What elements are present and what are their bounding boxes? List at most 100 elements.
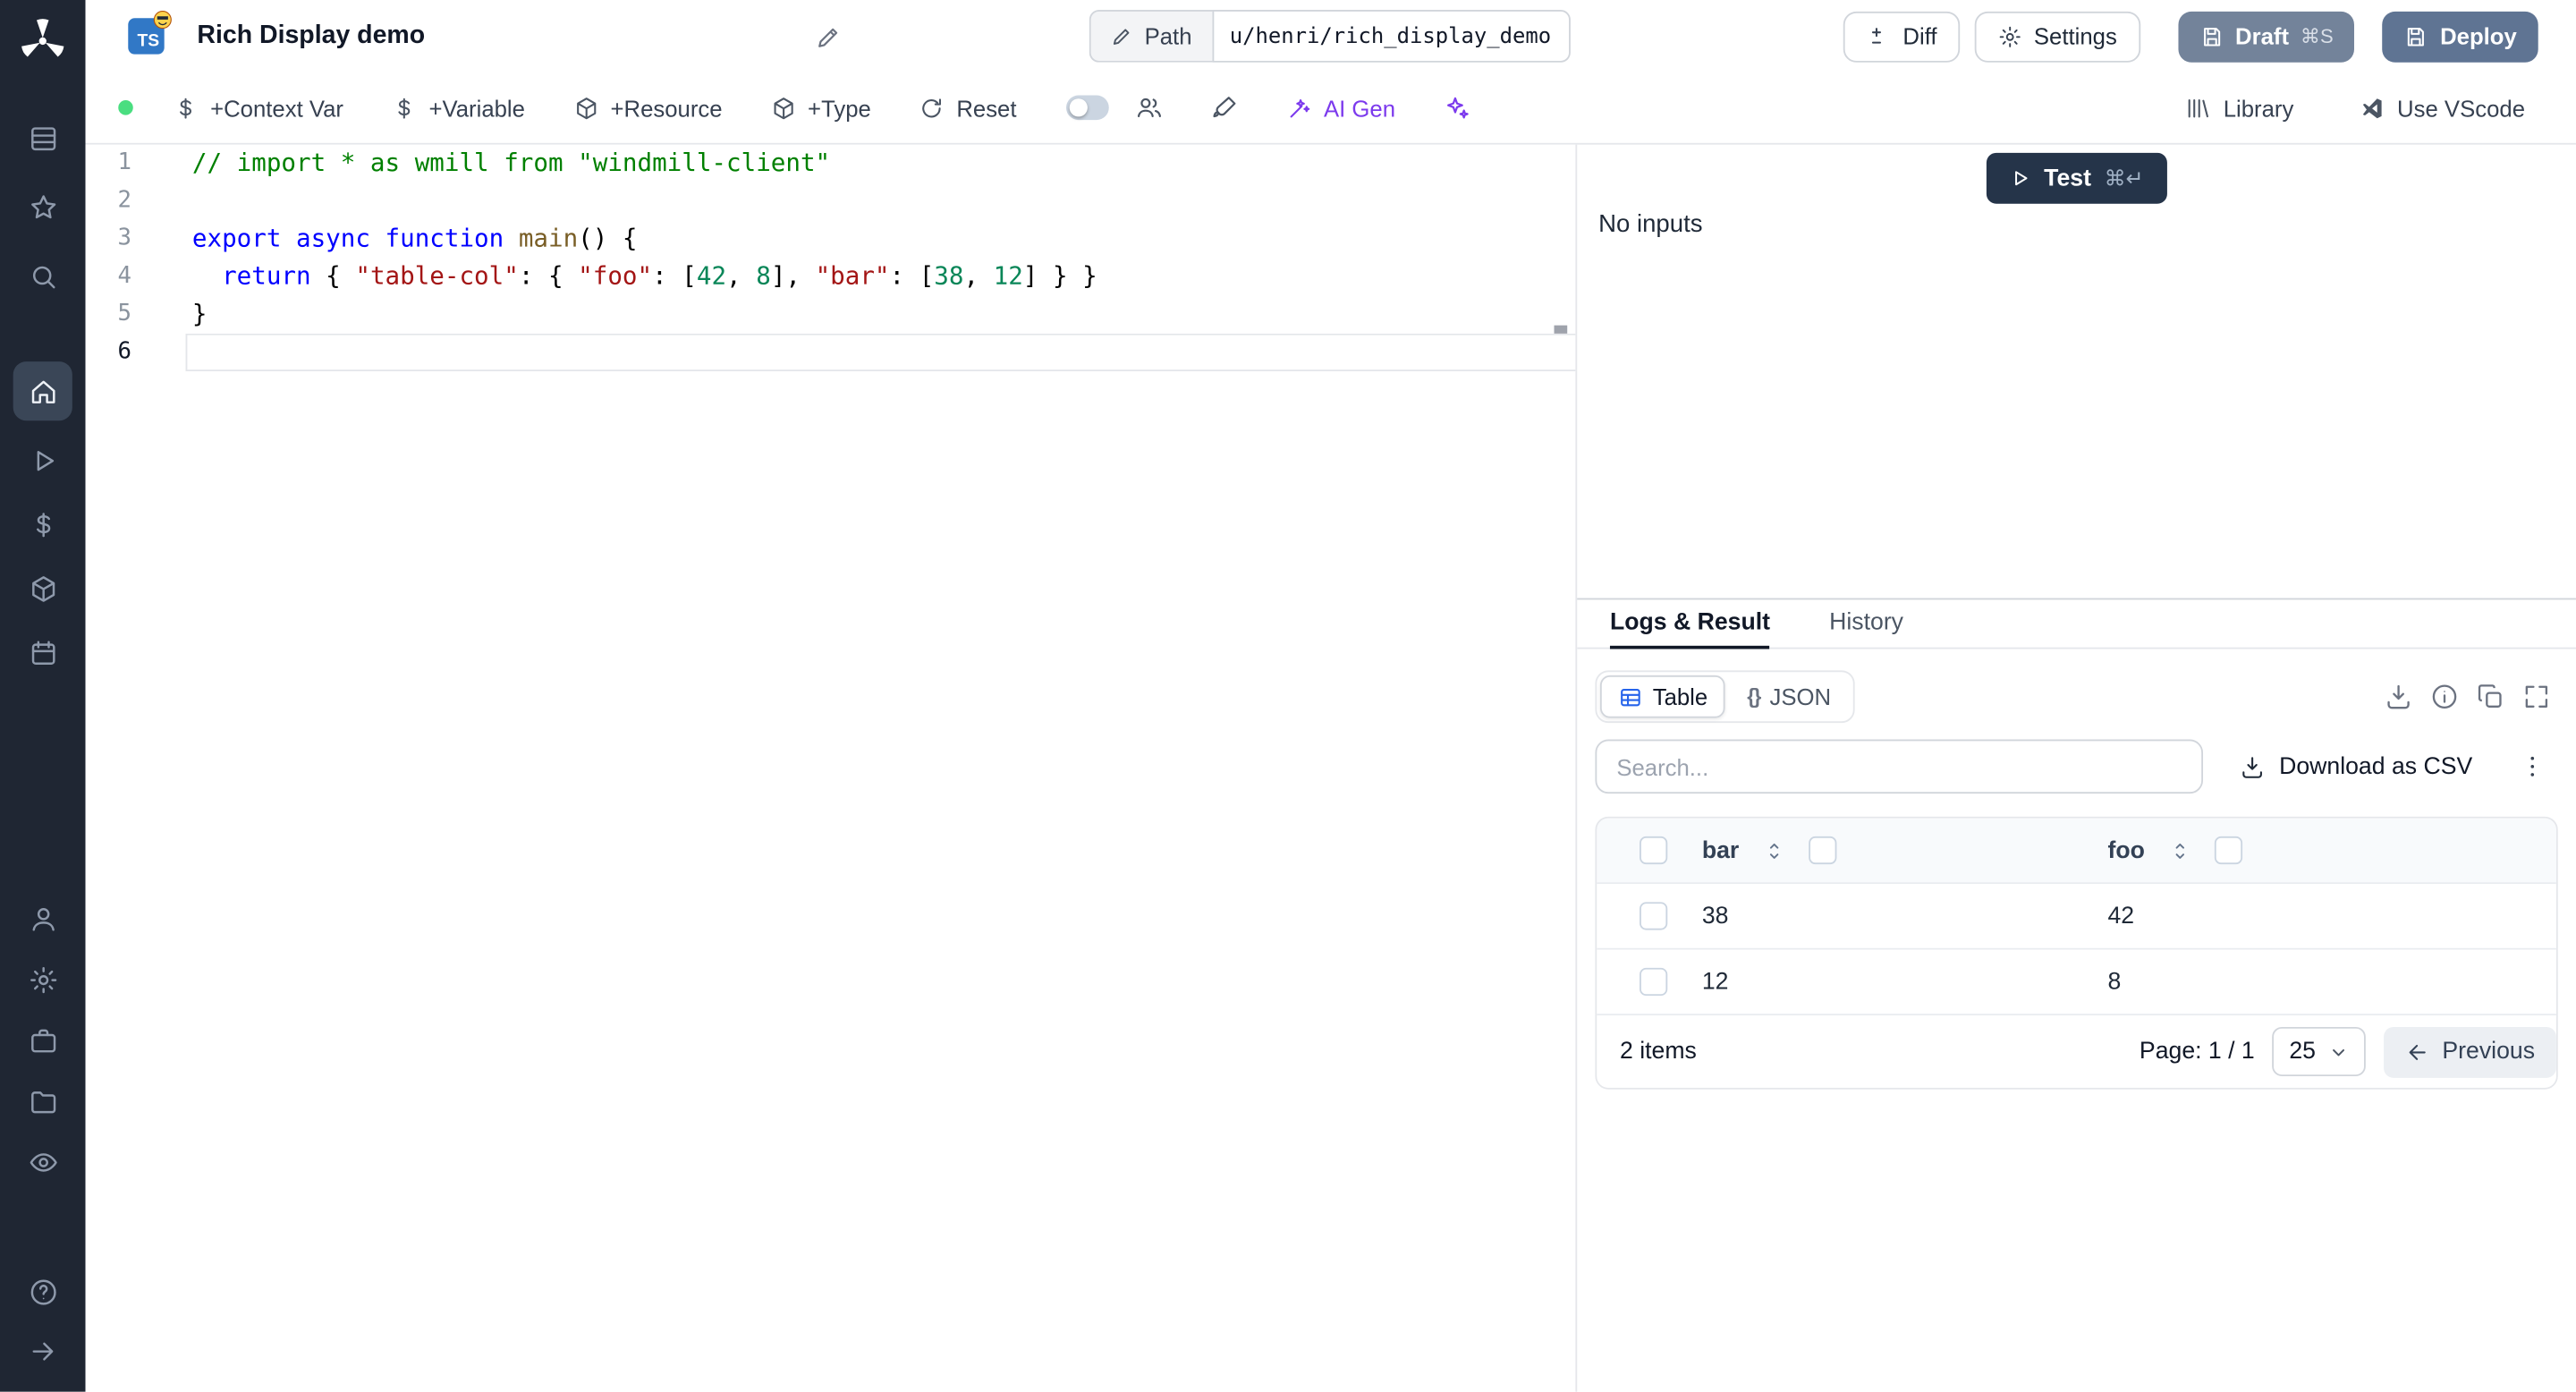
table-menu-button[interactable] — [2519, 752, 2546, 780]
refresh-icon — [922, 98, 942, 117]
row-select-cell — [1597, 902, 1689, 930]
path-input[interactable] — [1211, 10, 1570, 63]
header-actions: Diff Settings Draft ⌘S Deploy — [1843, 10, 2538, 62]
eye-icon — [29, 1152, 56, 1171]
ai-gen-button[interactable]: AI Gen — [1286, 95, 1395, 121]
settings-label: Settings — [2033, 22, 2117, 50]
deploy-button[interactable]: Deploy — [2382, 10, 2538, 62]
sort-icon[interactable] — [2168, 839, 2191, 862]
line-number: 6 — [117, 338, 131, 365]
sidebar-item-home[interactable] — [13, 361, 72, 421]
search-icon — [32, 265, 55, 288]
line-number: 1 — [117, 149, 131, 176]
diff-label: Diff — [1902, 22, 1937, 50]
download-csv-button[interactable]: Download as CSV — [2240, 753, 2472, 780]
result-table-body: 38 42 12 8 — [1597, 884, 2556, 1016]
arrow-right-icon — [31, 1341, 53, 1360]
code-line[interactable]: 3 export async function main() { — [86, 220, 1576, 258]
code-editor[interactable]: 1 // import * as wmill from "windmill-cli… — [85, 144, 1578, 1392]
sidebar-item-search[interactable] — [13, 247, 72, 306]
code-line[interactable]: 1 // import * as wmill from "windmill-cli… — [86, 145, 1576, 182]
view-json-button[interactable]: {} JSON — [1729, 675, 1849, 718]
page-size-select[interactable]: 25 — [2272, 1026, 2366, 1077]
sidebar-item-runs[interactable] — [13, 430, 72, 489]
draft-shortcut: ⌘S — [2300, 24, 2334, 48]
reset-button[interactable]: Reset — [919, 95, 1017, 121]
sidebar-item-favorites[interactable] — [13, 177, 72, 236]
sidebar-item-settings[interactable] — [13, 950, 72, 1009]
checkbox[interactable] — [1640, 902, 1668, 930]
view-table-button[interactable]: Table — [1599, 675, 1726, 718]
result-tabs: Logs & Result History — [1577, 599, 2576, 649]
path-edit-button[interactable]: Path — [1089, 10, 1212, 63]
code-line[interactable]: 5} — [86, 296, 1576, 334]
code-line[interactable]: 4 return { "table-col": { "foo": [42, 8]… — [86, 258, 1576, 295]
code-lines: 1 // import * as wmill from "windmill-cli… — [86, 145, 1576, 371]
previous-label: Previous — [2442, 1038, 2536, 1065]
windmill-logo-icon[interactable] — [15, 13, 71, 69]
download-icon — [2387, 684, 2410, 709]
gear-icon — [1999, 25, 2021, 47]
checkbox[interactable] — [2214, 836, 2242, 865]
row-select-cell — [1597, 967, 1689, 997]
edit-summary-button[interactable] — [814, 22, 842, 50]
sidebar-expand-button[interactable] — [13, 1321, 72, 1380]
sidebar-item-help[interactable] — [13, 1262, 72, 1321]
sidebar-item-apps[interactable] — [13, 108, 72, 167]
tab-history[interactable]: History — [1829, 599, 1903, 647]
wand-icon — [1290, 98, 1309, 117]
format-button[interactable] — [1210, 94, 1238, 122]
ai-sparkles-button[interactable] — [1443, 94, 1470, 122]
status-dot — [118, 100, 133, 115]
sidebar-item-variables[interactable] — [13, 495, 72, 554]
sidebar-item-users[interactable] — [13, 889, 72, 948]
copy-result-button[interactable] — [2476, 682, 2505, 711]
column-label: foo — [2107, 836, 2145, 864]
test-button[interactable]: Test ⌘↵ — [1986, 152, 2167, 204]
tab-logs-result[interactable]: Logs & Result — [1609, 599, 1771, 649]
library-button[interactable]: Library — [2185, 95, 2293, 121]
use-vscode-button[interactable]: Use VScode — [2360, 95, 2525, 121]
code-text: } — [191, 299, 208, 329]
expand-result-button[interactable] — [2521, 682, 2551, 711]
sidebar-item-folders[interactable] — [13, 1072, 72, 1131]
sidebar-item-schedules[interactable] — [13, 623, 72, 682]
search-input[interactable] — [1595, 739, 2204, 794]
line-number: 2 — [117, 187, 131, 214]
users-icon — [1137, 98, 1161, 118]
table-row[interactable]: 12 8 — [1597, 949, 2556, 1016]
checkbox[interactable] — [1640, 967, 1668, 997]
previous-page-button[interactable]: Previous — [2383, 1026, 2556, 1077]
table-cell: 8 — [2107, 968, 2122, 996]
settings-button[interactable]: Settings — [1974, 10, 2140, 62]
collaborators-button[interactable] — [1135, 94, 1163, 122]
sidebar-item-workers[interactable] — [13, 1011, 72, 1070]
ai-gen-label: AI Gen — [1323, 94, 1396, 121]
result-info-button[interactable] — [2429, 682, 2459, 711]
add-variable-button[interactable]: +Variable — [391, 95, 525, 121]
user-icon — [31, 907, 54, 930]
draft-button[interactable]: Draft ⌘S — [2177, 10, 2355, 62]
ts-label: TS — [137, 30, 160, 51]
toggle-switch[interactable] — [1065, 95, 1109, 121]
sort-icon[interactable] — [1762, 839, 1785, 862]
add-context-var-button[interactable]: +Context Var — [173, 95, 343, 121]
checkbox[interactable] — [1808, 836, 1836, 865]
sidebar-item-resources[interactable] — [13, 558, 72, 617]
checkbox[interactable] — [1640, 836, 1668, 865]
result-pane: Logs & Result History Table {} JSON Sear… — [1577, 599, 2576, 1391]
table-row[interactable]: 38 42 — [1597, 884, 2556, 950]
code-line[interactable]: 2 — [86, 182, 1576, 220]
column-header-foo[interactable]: foo — [2095, 836, 2556, 865]
language-badge-ts: TS — [128, 11, 172, 55]
pencil-icon — [818, 27, 837, 47]
code-line[interactable]: 6 — [86, 334, 1576, 371]
column-label: bar — [1701, 836, 1740, 864]
table-cell: 38 — [1701, 903, 1729, 929]
download-result-button[interactable] — [2384, 682, 2413, 711]
diff-button[interactable]: Diff — [1843, 10, 1961, 62]
add-resource-button[interactable]: +Resource — [572, 95, 723, 121]
sidebar-item-audit-logs[interactable] — [13, 1132, 72, 1191]
column-header-bar[interactable]: bar — [1689, 836, 2095, 865]
add-type-button[interactable]: +Type — [770, 95, 871, 121]
